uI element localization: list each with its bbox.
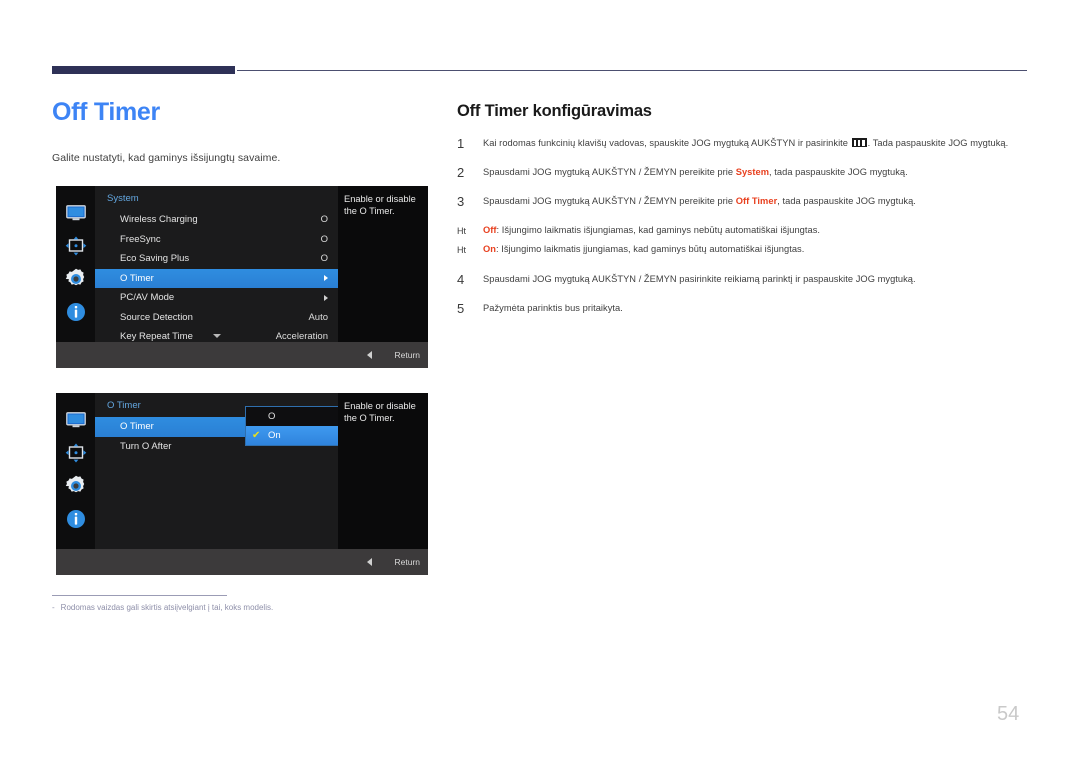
return-arrow-icon bbox=[367, 558, 373, 566]
osd1-row-list: Wireless Charging O FreeSync O Eco Savin… bbox=[95, 210, 338, 347]
note-divider bbox=[52, 595, 227, 596]
osd1-menu-title: System bbox=[107, 193, 139, 204]
osd2-return-label[interactable]: Return bbox=[394, 557, 420, 567]
info-icon bbox=[63, 506, 89, 532]
gear-icon bbox=[63, 473, 89, 499]
step-text: Spausdami JOG mygtuką AUKŠTYN / ŽEMYN pe… bbox=[483, 165, 1027, 180]
osd2-help-text: Enable or disable the O Timer. bbox=[338, 393, 428, 549]
osd2-menu: O Timer O Timer Turn O After O ✔ On bbox=[95, 393, 369, 549]
step-text-before: Spausdami JOG mygtuką AUKŠTYN / ŽEMYN pe… bbox=[483, 167, 736, 177]
step-number: 4 bbox=[457, 272, 465, 287]
osd1-row-value: O bbox=[320, 214, 328, 226]
monitor-icon bbox=[63, 200, 89, 226]
info-icon bbox=[63, 299, 89, 325]
osd1-row-eco-saving-plus[interactable]: Eco Saving Plus O bbox=[95, 249, 338, 269]
osd1-sidebar bbox=[56, 186, 95, 342]
osd1-row-off-timer[interactable]: O Timer bbox=[95, 268, 338, 288]
step-highlight: System bbox=[735, 167, 770, 177]
step-text-before: Kai rodomas funkcinių klavišų vadovas, s… bbox=[483, 138, 851, 148]
step-number: 2 bbox=[457, 165, 465, 180]
step-2: 2 Spausdami JOG mygtuką AUKŠTYN / ŽEMYN … bbox=[457, 165, 1027, 180]
osd1-row-label: Key Repeat Time bbox=[120, 331, 193, 343]
step-text: Spausdami JOG mygtuką AUKŠTYN / ŽEMYN pe… bbox=[483, 194, 1027, 209]
page-title: Off Timer bbox=[52, 98, 160, 126]
menu-glyph-icon bbox=[851, 138, 867, 147]
page-number: 54 bbox=[997, 703, 1020, 725]
step-4: 4 Spausdami JOG mygtuką AUKŠTYN / ŽEMYN … bbox=[457, 272, 1027, 287]
bullet-text-after: : Išjungimo laikmatis išjungiamas, kad g… bbox=[496, 225, 821, 235]
header-rule-thin bbox=[237, 70, 1027, 72]
osd1-row-value: O bbox=[320, 233, 328, 245]
osd2-bottom-bar: Return bbox=[56, 549, 428, 575]
osd1-row-label: FreeSync bbox=[120, 233, 161, 245]
osd1-row-label: O Timer bbox=[120, 272, 154, 284]
step-3: 3 Spausdami JOG mygtuką AUKŠTYN / ŽEMYN … bbox=[457, 194, 1027, 209]
osd1-row-wireless-charging[interactable]: Wireless Charging O bbox=[95, 210, 338, 230]
osd1-row-value: Auto bbox=[308, 311, 328, 323]
bullet-on: Ht On: Išjungimo laikmatis įjungiamas, k… bbox=[457, 242, 1027, 258]
osd1-row-value: O bbox=[320, 253, 328, 265]
osd1-row-label: Eco Saving Plus bbox=[120, 253, 190, 265]
osd1-row-label: PC/AV Mode bbox=[120, 292, 175, 304]
step-text-after: , tada paspauskite JOG mygtuką. bbox=[777, 196, 916, 206]
dropdown-option-label: O bbox=[268, 411, 276, 422]
bullet-marker: Ht bbox=[457, 226, 466, 236]
bullet-marker: Ht bbox=[457, 245, 466, 255]
osd2-menu-title: O Timer bbox=[107, 400, 141, 411]
page-intro-text: Galite nustatyti, kad gaminys išsijungtų… bbox=[52, 152, 281, 164]
gear-icon bbox=[63, 266, 89, 292]
step-number: 3 bbox=[457, 194, 465, 209]
note-dash: - bbox=[52, 603, 55, 612]
step-5: 5 Pažymėta parinktis bus pritaikyta. bbox=[457, 301, 1027, 316]
step-number: 1 bbox=[457, 136, 465, 151]
bullet-text-after: : Išjungimo laikmatis įjungiamas, kad ga… bbox=[496, 244, 805, 254]
osd1-row-label: Source Detection bbox=[120, 311, 193, 323]
osd1-return-label[interactable]: Return bbox=[394, 350, 420, 360]
picture-adjust-icon bbox=[63, 440, 89, 466]
osd1-row-value: Acceleration bbox=[275, 331, 328, 343]
osd1-row-freesync[interactable]: FreeSync O bbox=[95, 230, 338, 250]
footer-note: - Rodomas vaizdas gali skirtis atsiįvelgi… bbox=[52, 603, 273, 612]
bullet-highlight: Off bbox=[483, 225, 497, 235]
chevron-right-icon bbox=[324, 275, 328, 282]
osd1-bottom-bar: Return bbox=[56, 342, 428, 368]
bullet-off: Ht Off: Išjungimo laikmatis išjungiamas,… bbox=[457, 223, 1027, 239]
monitor-icon bbox=[63, 407, 89, 433]
picture-adjust-icon bbox=[63, 233, 89, 259]
steps-list: 1 Kai rodomas funkcinių klavišų vadovas,… bbox=[457, 136, 1027, 322]
step-number: 5 bbox=[457, 301, 465, 316]
osd1-row-pc-av-mode[interactable]: PC/AV Mode bbox=[95, 288, 338, 308]
return-arrow-icon bbox=[367, 351, 373, 359]
bullet-text: Off: Išjungimo laikmatis išjungiamas, ka… bbox=[483, 223, 1027, 238]
osd1-help-text: Enable or disable the O Timer. bbox=[338, 186, 428, 342]
osd2-sidebar bbox=[56, 393, 95, 549]
osd-screenshot-off-timer-submenu: O Timer O Timer Turn O After O ✔ On Enab… bbox=[56, 393, 428, 575]
step-text-after: , tada paspauskite JOG mygtuką. bbox=[769, 167, 908, 177]
osd1-menu: System Wireless Charging O FreeSync O Ec… bbox=[95, 186, 338, 342]
header-rule-thick bbox=[52, 66, 235, 74]
step-text: Pažymėta parinktis bus pritaikyta. bbox=[483, 303, 623, 313]
step-text: Spausdami JOG mygtuką AUKŠTYN / ŽEMYN pa… bbox=[483, 274, 916, 284]
bullet-text: On: Išjungimo laikmatis įjungiamas, kad … bbox=[483, 242, 1027, 257]
section-title: Off Timer konfigūravimas bbox=[457, 102, 652, 120]
step-highlight: Off Timer bbox=[735, 196, 778, 206]
step-text-before: Spausdami JOG mygtuką AUKŠTYN / ŽEMYN pe… bbox=[483, 196, 736, 206]
chevron-right-icon bbox=[324, 294, 328, 301]
note-body: Rodomas vaizdas gali skirtis atsiįvelgia… bbox=[60, 603, 274, 612]
step-text: Kai rodomas funkcinių klavišų vadovas, s… bbox=[483, 136, 1027, 151]
checkmark-icon: ✔ bbox=[252, 429, 261, 441]
osd1-row-source-detection[interactable]: Source Detection Auto bbox=[95, 308, 338, 328]
step-text-after: . Tada paspauskite JOG mygtuką. bbox=[867, 138, 1009, 148]
osd1-row-label: Wireless Charging bbox=[120, 214, 198, 226]
dropdown-option-label: On bbox=[268, 430, 281, 441]
step-1: 1 Kai rodomas funkcinių klavišų vadovas,… bbox=[457, 136, 1027, 151]
osd-screenshot-system-menu: System Wireless Charging O FreeSync O Ec… bbox=[56, 186, 428, 368]
bullet-highlight: On bbox=[483, 244, 496, 254]
scroll-down-icon[interactable] bbox=[212, 334, 221, 338]
